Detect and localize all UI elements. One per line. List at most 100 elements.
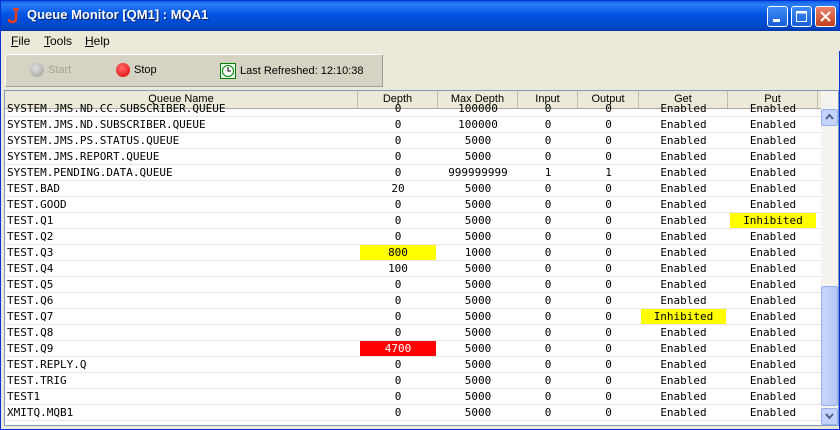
- table-row[interactable]: TEST1 0 5000 0 0 Enabled Enabled: [5, 389, 821, 405]
- cell-max-depth: 5000: [464, 134, 492, 147]
- menu-tools[interactable]: Tools: [44, 34, 72, 48]
- cell-output: 0: [605, 326, 612, 339]
- table-row[interactable]: TEST.Q5 0 5000 0 0 Enabled Enabled: [5, 277, 821, 293]
- cell-output: 0: [605, 246, 612, 259]
- cell-queue-name: TEST.Q3: [7, 246, 54, 259]
- cell-input: 0: [544, 102, 552, 115]
- cell-put: Enabled: [749, 374, 797, 387]
- cell-get: Enabled: [660, 118, 707, 131]
- cell-queue-name: TEST.REPLY.Q: [7, 358, 87, 371]
- cell-max-depth: 1000: [464, 246, 492, 259]
- cell-input: 0: [544, 406, 552, 419]
- scroll-up-button[interactable]: [821, 109, 838, 126]
- cell-input: 0: [544, 134, 552, 147]
- table-row[interactable]: TEST.Q2 0 5000 0 0 Enabled Enabled: [5, 229, 821, 245]
- table-row[interactable]: XMITQ.MQB1 0 5000 0 0 Enabled Enabled: [5, 405, 821, 421]
- cell-max-depth: 100000: [458, 102, 498, 115]
- cell-queue-name: SYSTEM.JMS.ND.CC.SUBSCRIBER.QUEUE: [7, 102, 226, 115]
- table-row[interactable]: TEST.Q7 0 5000 0 0 Inhibited Enabled: [5, 309, 821, 325]
- cell-put: Enabled: [749, 310, 797, 323]
- table-row[interactable]: TEST.Q8 0 5000 0 0 Enabled Enabled: [5, 325, 821, 341]
- cell-get: Enabled: [660, 406, 707, 419]
- table-row[interactable]: SYSTEM.JMS.ND.SUBSCRIBER.QUEUE 0 100000 0 0 E…: [5, 117, 821, 133]
- cell-depth: 0: [394, 390, 402, 403]
- cell-get: Enabled: [660, 166, 707, 179]
- cell-input: 0: [544, 230, 552, 243]
- cell-max-depth: 5000: [464, 214, 492, 227]
- menu-tools-label: ools: [50, 34, 73, 48]
- cell-put: Enabled: [749, 150, 797, 163]
- scroll-thumb[interactable]: [821, 286, 838, 406]
- cell-get: Enabled: [660, 278, 707, 291]
- maximize-button[interactable]: [791, 6, 812, 27]
- minimize-button[interactable]: [767, 6, 788, 27]
- close-icon: [820, 11, 831, 22]
- table-row[interactable]: TEST.Q1 0 5000 0 0 Enabled Inhibited: [5, 213, 821, 229]
- cell-get: Enabled: [660, 342, 707, 355]
- cell-depth: 4700: [360, 341, 436, 356]
- scroll-down-button[interactable]: [821, 408, 838, 425]
- cell-depth: 0: [394, 230, 402, 243]
- cell-depth: 20: [391, 182, 405, 195]
- cell-put: Enabled: [749, 262, 797, 275]
- cell-input: 0: [544, 342, 552, 355]
- vertical-scrollbar[interactable]: [821, 91, 838, 425]
- table-row[interactable]: SYSTEM.JMS.PS.STATUS.QUEUE 0 5000 0 0 Enabled…: [5, 133, 821, 149]
- cell-input: 0: [544, 118, 552, 131]
- cell-put: Enabled: [749, 294, 797, 307]
- menu-file[interactable]: File: [11, 34, 30, 48]
- last-refreshed-label: Last Refreshed: 12:10:38: [240, 65, 364, 77]
- table-row[interactable]: SYSTEM.PENDING.DATA.QUEUE 0 999999999 1 1 Ena…: [5, 165, 821, 181]
- cell-put: Enabled: [749, 118, 797, 131]
- table-row[interactable]: TEST.GOOD 0 5000 0 0 Enabled Enabled: [5, 197, 821, 213]
- table-row[interactable]: TEST.REPLY.Q 0 5000 0 0 Enabled Enabled: [5, 357, 821, 373]
- cell-output: 0: [605, 134, 612, 147]
- stop-button[interactable]: Stop: [116, 63, 157, 77]
- table-row[interactable]: TEST.BAD 20 5000 0 0 Enabled Enabled: [5, 181, 821, 197]
- cell-depth: 800: [360, 245, 436, 260]
- cell-depth: 0: [394, 278, 402, 291]
- table-row[interactable]: TEST.TRIG 0 5000 0 0 Enabled Enabled: [5, 373, 821, 389]
- cell-output: 0: [605, 294, 612, 307]
- table-row[interactable]: TEST.Q3 800 1000 0 0 Enabled Enabled: [5, 245, 821, 261]
- cell-max-depth: 999999999: [448, 166, 508, 179]
- cell-put: Enabled: [749, 230, 797, 243]
- cell-output: 0: [605, 230, 612, 243]
- cell-queue-name: TEST.Q8: [7, 326, 54, 339]
- cell-output: 0: [605, 214, 612, 227]
- cell-get: Enabled: [660, 102, 707, 115]
- cell-max-depth: 100000: [458, 118, 498, 131]
- table-row[interactable]: SYSTEM.JMS.REPORT.QUEUE 0 5000 0 0 Enabled Ena…: [5, 149, 821, 165]
- table-row[interactable]: TEST.Q6 0 5000 0 0 Enabled Enabled: [5, 293, 821, 309]
- cell-depth: 0: [394, 214, 402, 227]
- table-row[interactable]: TEST.Q4 100 5000 0 0 Enabled Enabled: [5, 261, 821, 277]
- cell-put: Enabled: [749, 246, 797, 259]
- cell-get: Enabled: [660, 246, 707, 259]
- cell-put: Enabled: [749, 182, 797, 195]
- close-button[interactable]: [815, 6, 836, 27]
- title-bar[interactable]: Queue Monitor [QM1] : MQA1: [1, 1, 839, 31]
- cell-max-depth: 5000: [464, 342, 492, 355]
- cell-output: 0: [605, 342, 612, 355]
- cell-input: 0: [544, 246, 552, 259]
- start-button[interactable]: Start: [30, 63, 71, 77]
- start-label: Start: [48, 64, 72, 76]
- start-grey-dot-icon: [30, 63, 44, 77]
- cell-put: Enabled: [749, 342, 797, 355]
- cell-queue-name: TEST.TRIG: [7, 374, 67, 387]
- cell-max-depth: 5000: [464, 310, 492, 323]
- cell-put: Enabled: [749, 102, 797, 115]
- menu-file-label: ile: [18, 34, 31, 48]
- minimize-icon: [773, 19, 780, 22]
- stop-label: Stop: [134, 64, 157, 76]
- table-row[interactable]: SYSTEM.JMS.ND.CC.SUBSCRIBER.QUEUE 0 100000…: [5, 101, 821, 117]
- cell-get: Enabled: [660, 214, 707, 227]
- cell-depth: 0: [394, 374, 402, 387]
- menu-help[interactable]: Help: [85, 34, 110, 48]
- cell-output: 0: [605, 390, 612, 403]
- cell-queue-name: SYSTEM.JMS.REPORT.QUEUE: [7, 150, 160, 163]
- cell-queue-name: TEST.Q2: [7, 230, 54, 243]
- cell-depth: 0: [394, 326, 402, 339]
- cell-depth: 0: [394, 406, 402, 419]
- table-row[interactable]: TEST.Q9 4700 5000 0 0 Enabled Enabled: [5, 341, 821, 357]
